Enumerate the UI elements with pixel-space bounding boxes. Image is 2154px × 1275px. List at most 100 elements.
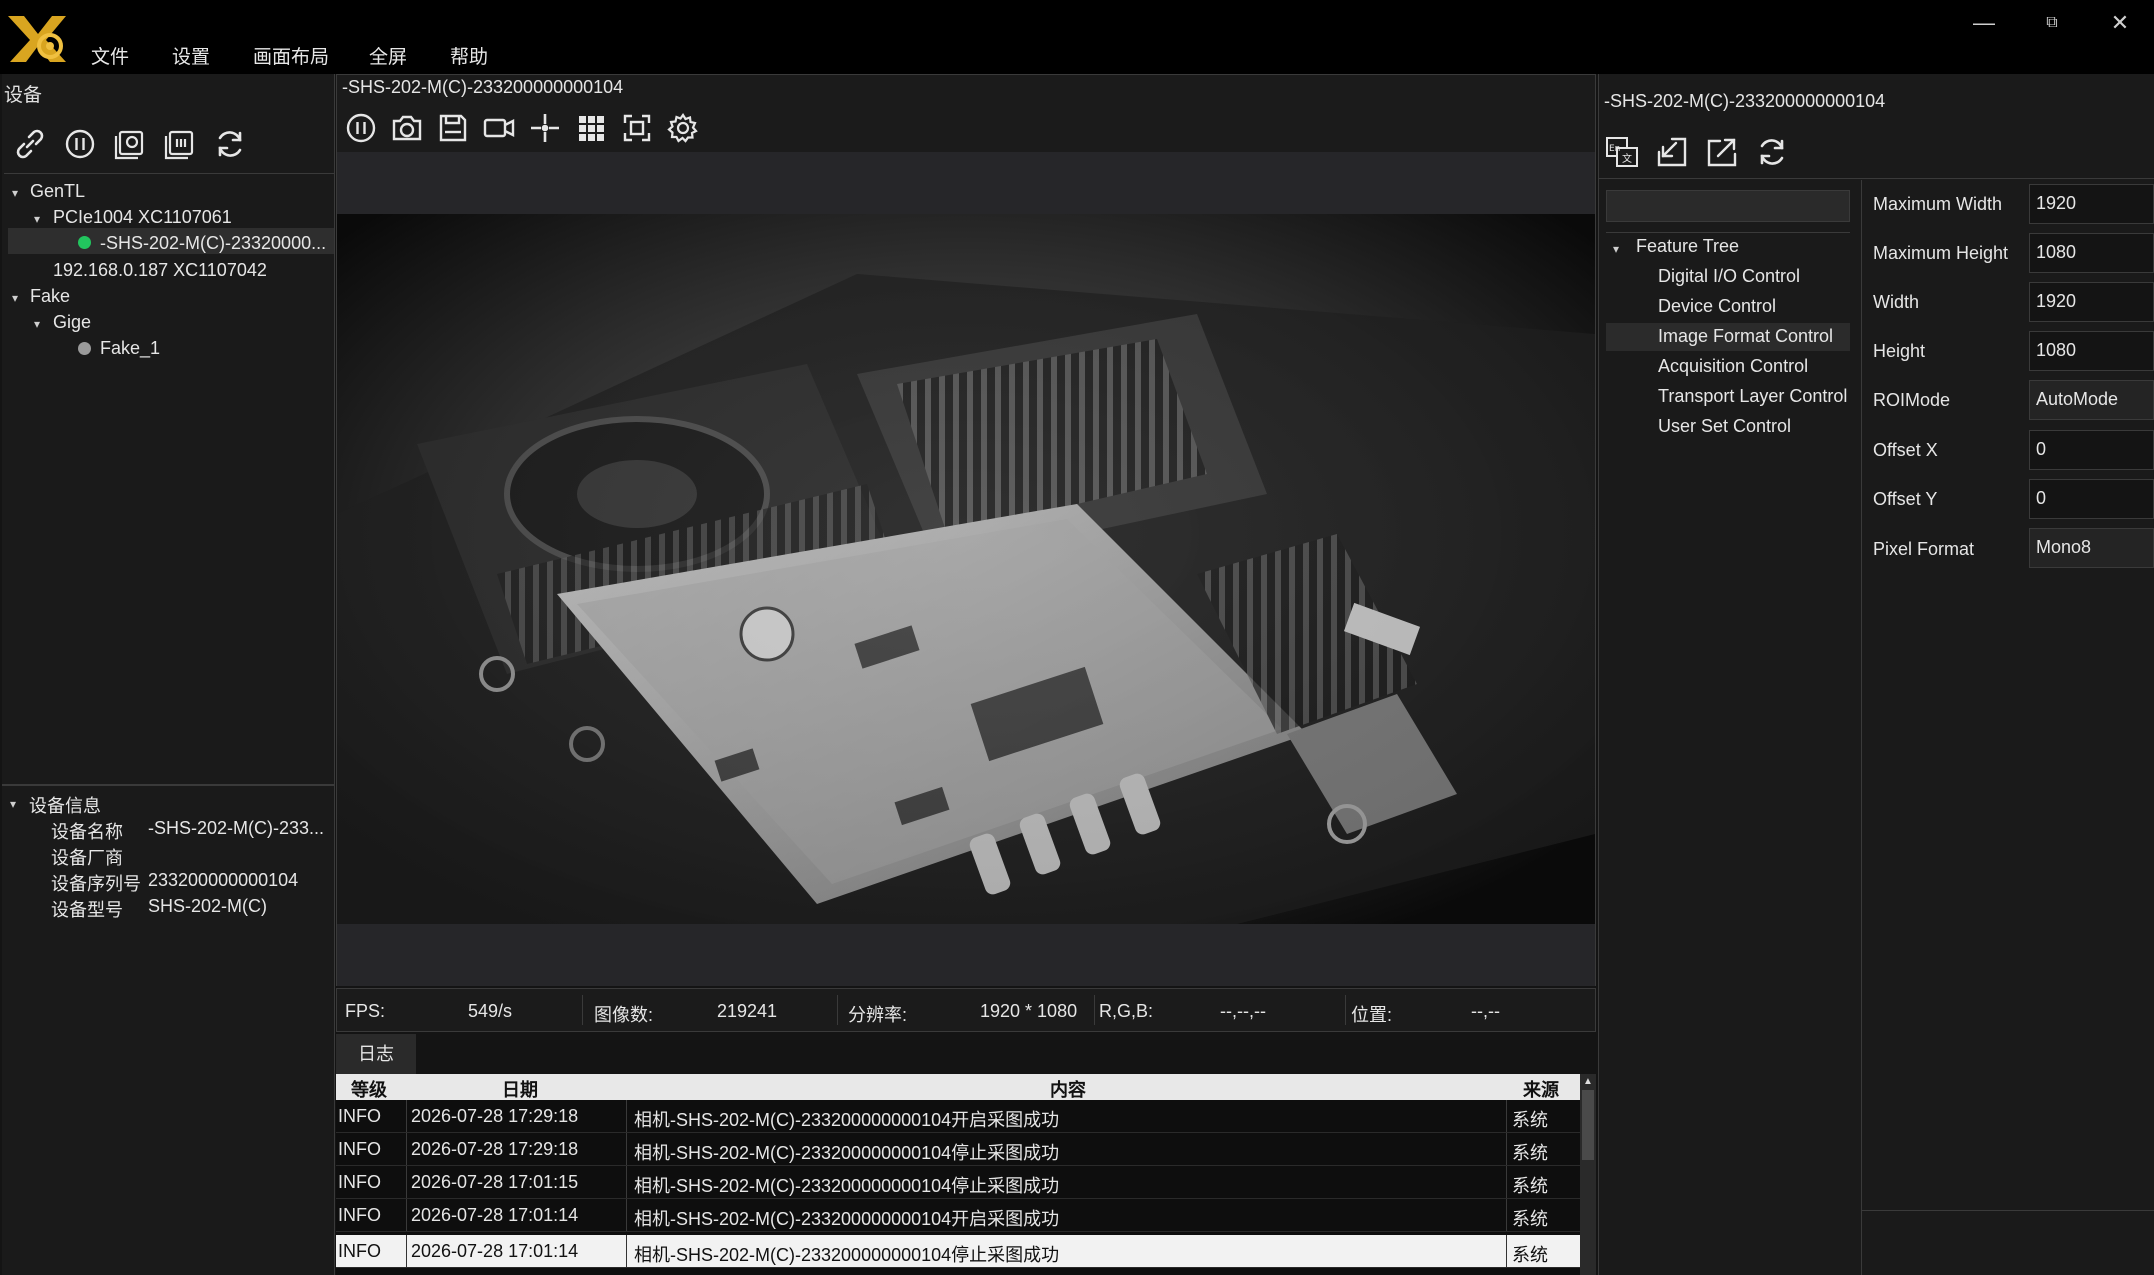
- info-label-name: 设备名称: [51, 822, 123, 842]
- link-icon[interactable]: [10, 124, 50, 164]
- param-value-width[interactable]: 1920: [2029, 282, 2154, 322]
- col-content[interactable]: 内容: [1050, 1076, 1086, 1102]
- info-value-model: SHS-202-M(C): [148, 896, 268, 916]
- log-row[interactable]: INFO 2026-07-28 17:01:14 相机-SHS-202-M(C)…: [336, 1199, 1580, 1232]
- tree-item-gentl[interactable]: GenTL: [30, 181, 85, 202]
- resolution-label: 分辨率:: [848, 1005, 908, 1025]
- device-panel-title: 设备: [4, 85, 43, 106]
- tab-log[interactable]: 日志: [336, 1034, 416, 1074]
- camera-frame-image: [337, 214, 1595, 924]
- log-table-header: 等级 日期 内容 来源: [336, 1074, 1580, 1100]
- expand-caret-icon[interactable]: ▾: [12, 291, 18, 305]
- param-value-offset-y[interactable]: 0: [2029, 479, 2154, 519]
- feature-item-digital-io[interactable]: Digital I/O Control: [1658, 266, 1800, 287]
- restore-icon[interactable]: ⧉: [2028, 8, 2076, 38]
- menu-settings[interactable]: 设置: [172, 42, 210, 69]
- rgb-value: --,--,--: [1220, 1001, 1266, 1021]
- info-label-model: 设备型号: [51, 900, 123, 920]
- pause-icon[interactable]: [341, 108, 381, 148]
- close-icon[interactable]: ✕: [2096, 8, 2144, 38]
- menu-layout[interactable]: 画面布局: [253, 42, 329, 69]
- feature-item-acquisition[interactable]: Acquisition Control: [1658, 356, 1808, 377]
- viewer-title: -SHS-202-M(C)-233200000000104: [342, 77, 624, 97]
- param-value-max-height[interactable]: 1080: [2029, 233, 2154, 273]
- status-dot-icon: [78, 342, 91, 355]
- import-icon[interactable]: [1652, 132, 1692, 172]
- param-value-pixel-format[interactable]: Mono8: [2029, 528, 2154, 568]
- capture-history-icon[interactable]: [110, 124, 150, 164]
- minimize-icon[interactable]: —: [1960, 8, 2008, 38]
- log-scrollbar[interactable]: ▲: [1580, 1074, 1596, 1275]
- camera-icon[interactable]: [387, 108, 427, 148]
- gear-icon[interactable]: [663, 108, 703, 148]
- menu-help[interactable]: 帮助: [450, 42, 488, 69]
- tree-item-pcie[interactable]: PCIe1004 XC1107061: [53, 207, 232, 228]
- param-value-max-width[interactable]: 1920: [2029, 184, 2154, 224]
- svg-text:文: 文: [1622, 152, 1632, 165]
- feature-item-user-set[interactable]: User Set Control: [1658, 416, 1791, 437]
- tree-item-fake[interactable]: Fake: [30, 286, 70, 307]
- device-toolbar: [4, 114, 335, 174]
- param-label-offset-y: Offset Y: [1873, 489, 1938, 509]
- grid-icon[interactable]: [571, 108, 611, 148]
- feature-item-transport-layer[interactable]: Transport Layer Control: [1658, 386, 1847, 407]
- tree-item-fake1[interactable]: Fake_1: [100, 338, 160, 359]
- log-row-selected[interactable]: INFO 2026-07-28 17:01:14 相机-SHS-202-M(C)…: [336, 1235, 1580, 1268]
- col-date[interactable]: 日期: [502, 1076, 538, 1102]
- export-icon[interactable]: [1702, 132, 1742, 172]
- param-label-height: Height: [1873, 341, 1926, 361]
- info-label-vendor: 设备厂商: [51, 848, 123, 868]
- pause-circle-icon[interactable]: [60, 124, 100, 164]
- param-value-roimode[interactable]: AutoMode: [2029, 380, 2154, 420]
- refresh-icon[interactable]: [210, 124, 250, 164]
- crosshair-icon[interactable]: [525, 108, 565, 148]
- feature-item-device[interactable]: Device Control: [1658, 296, 1776, 317]
- info-label-serial: 设备序列号: [51, 874, 141, 894]
- log-row[interactable]: INFO 2026-07-28 17:01:15 相机-SHS-202-M(C)…: [336, 1166, 1580, 1199]
- feature-panel-title: -SHS-202-M(C)-233200000000104: [1604, 91, 1886, 111]
- col-source[interactable]: 来源: [1523, 1076, 1559, 1102]
- save-icon[interactable]: [433, 108, 473, 148]
- info-value-name: -SHS-202-M(C)-233...: [148, 818, 325, 838]
- image-count-value: 219241: [717, 1001, 778, 1021]
- param-label-max-width: Maximum Width: [1873, 194, 2003, 214]
- status-bar: FPS: 549/s 图像数: 219241 分辨率: 1920 * 1080 …: [336, 988, 1596, 1032]
- fps-label: FPS:: [345, 1001, 386, 1021]
- record-history-icon[interactable]: [160, 124, 200, 164]
- menu-file[interactable]: 文件: [91, 42, 129, 69]
- expand-caret-icon[interactable]: ▾: [34, 317, 40, 331]
- fit-screen-icon[interactable]: [617, 108, 657, 148]
- refresh-icon[interactable]: [1752, 132, 1792, 172]
- menu-fullscreen[interactable]: 全屏: [369, 42, 407, 69]
- expand-caret-icon[interactable]: ▾: [1613, 242, 1619, 256]
- log-row[interactable]: INFO 2026-07-28 17:29:18 相机-SHS-202-M(C)…: [336, 1133, 1580, 1166]
- image-count-label: 图像数:: [594, 1005, 654, 1025]
- tree-item-gige[interactable]: Gige: [53, 312, 91, 333]
- feature-item-image-format[interactable]: Image Format Control: [1658, 326, 1833, 347]
- video-icon[interactable]: [479, 108, 519, 148]
- param-label-offset-x: Offset X: [1873, 440, 1938, 460]
- divider: [1862, 1210, 2154, 1211]
- param-value-height[interactable]: 1080: [2029, 331, 2154, 371]
- param-label-max-height: Maximum Height: [1873, 243, 2009, 263]
- app-logo: [6, 10, 70, 64]
- expand-caret-icon[interactable]: ▾: [34, 212, 40, 226]
- feature-tree-root[interactable]: Feature Tree: [1636, 236, 1739, 257]
- language-icon[interactable]: En 文: [1602, 132, 1642, 172]
- log-row[interactable]: INFO 2026-07-28 17:29:18 相机-SHS-202-M(C)…: [336, 1100, 1580, 1133]
- col-level[interactable]: 等级: [351, 1076, 387, 1102]
- tree-item-camera[interactable]: -SHS-202-M(C)-23320000...: [100, 233, 332, 254]
- device-panel: [2, 74, 335, 1275]
- feature-search-input[interactable]: [1606, 190, 1850, 222]
- svg-text:En: En: [1609, 144, 1620, 154]
- status-dot-icon: [78, 236, 91, 249]
- position-label: 位置:: [1351, 1005, 1393, 1025]
- rgb-label: R,G,B:: [1099, 1001, 1154, 1021]
- param-label-pixel-format: Pixel Format: [1873, 539, 1975, 559]
- feature-toolbar: En 文: [1598, 130, 2154, 180]
- position-value: --,--: [1471, 1001, 1500, 1021]
- tree-item-gige-device[interactable]: 192.168.0.187 XC1107042: [53, 260, 267, 281]
- param-value-offset-x[interactable]: 0: [2029, 430, 2154, 470]
- expand-caret-icon[interactable]: ▾: [12, 186, 18, 200]
- expand-caret-icon[interactable]: ▾: [10, 797, 16, 811]
